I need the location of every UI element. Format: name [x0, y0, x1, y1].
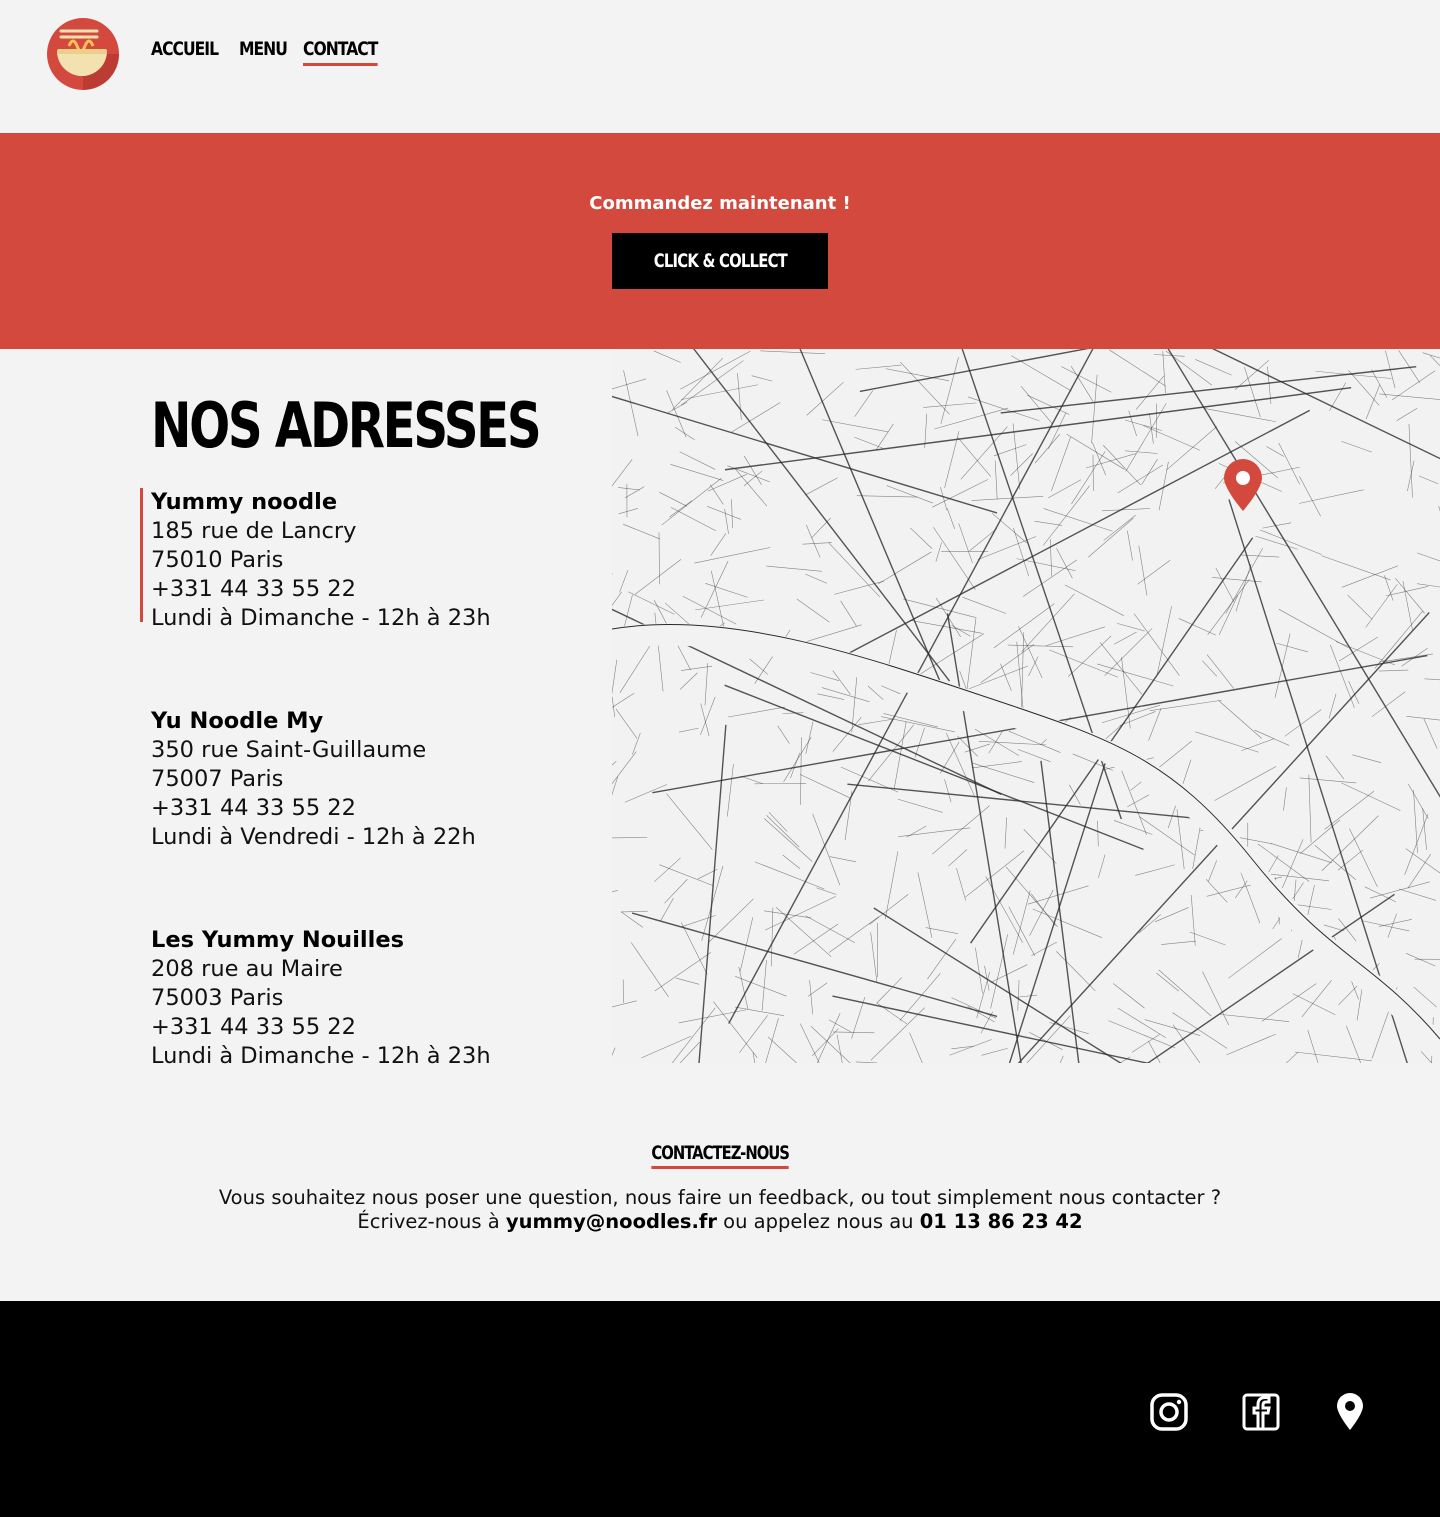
order-banner: Commandez maintenant ! CLICK & COLLECT — [0, 133, 1440, 349]
nav-contact[interactable]: CONTACT — [303, 38, 379, 66]
contact-email-link[interactable]: yummy@noodles.fr — [506, 1210, 717, 1233]
address-phone: +331 44 33 55 22 — [151, 576, 356, 602]
contact-heading: CONTACTEZ-NOUS — [0, 1142, 1440, 1169]
site-header: ACCUEIL MENU CONTACT — [0, 0, 1440, 133]
contact-line-2-prefix: Écrivez-nous à — [357, 1210, 500, 1233]
address-city: 75003 Paris — [151, 985, 284, 1011]
site-footer — [0, 1301, 1440, 1517]
address-name: Yummy noodle — [151, 489, 338, 515]
city-map[interactable] — [612, 349, 1440, 1063]
main-nav: ACCUEIL MENU CONTACT — [151, 38, 382, 66]
click-and-collect-label: CLICK & COLLECT — [653, 250, 787, 272]
address-hours: Lundi à Vendredi - 12h à 22h — [151, 824, 476, 850]
address-phone: +331 44 33 55 22 — [151, 795, 356, 821]
street-map-graphic — [612, 349, 1440, 1063]
instagram-icon[interactable] — [1149, 1392, 1189, 1432]
addresses-section: NOS ADRESSES Yummy noodle 185 rue de Lan… — [0, 349, 612, 1069]
address-name: Les Yummy Nouilles — [151, 927, 404, 953]
order-banner-text: Commandez maintenant ! — [589, 193, 851, 214]
contact-phone-link[interactable]: 01 13 86 23 42 — [920, 1210, 1083, 1233]
address-hours: Lundi à Dimanche - 12h à 23h — [151, 1043, 491, 1069]
address-street: 208 rue au Maire — [151, 956, 343, 982]
addresses-title: NOS ADRESSES — [151, 389, 542, 462]
address-city: 75010 Paris — [151, 547, 284, 573]
contact-title: CONTACTEZ-NOUS — [651, 1142, 790, 1169]
nav-accueil[interactable]: ACCUEIL — [151, 38, 219, 66]
address-street: 185 rue de Lancry — [151, 518, 357, 544]
contact-line-2: Écrivez-nous à yummy@noodles.fr ou appel… — [0, 1210, 1440, 1234]
contact-line-2-middle: ou appelez nous au — [723, 1210, 914, 1233]
location-pin-icon[interactable] — [1330, 1392, 1370, 1432]
address-name: Yu Noodle My — [151, 708, 324, 734]
address-phone: +331 44 33 55 22 — [151, 1014, 356, 1040]
contact-line-1: Vous souhaitez nous poser une question, … — [218, 1186, 1222, 1209]
click-and-collect-button[interactable]: CLICK & COLLECT — [612, 233, 828, 289]
noodle-bowl-logo-icon[interactable] — [47, 18, 119, 90]
address-city: 75007 Paris — [151, 766, 284, 792]
nav-menu[interactable]: MENU — [239, 38, 288, 66]
address-card[interactable]: Les Yummy Nouilles 208 rue au Maire 7500… — [151, 926, 591, 1071]
facebook-icon[interactable] — [1241, 1392, 1281, 1432]
address-card[interactable]: Yummy noodle 185 rue de Lancry 75010 Par… — [140, 488, 591, 633]
address-card[interactable]: Yu Noodle My 350 rue Saint-Guillaume 750… — [151, 707, 591, 852]
contact-text: Vous souhaitez nous poser une question, … — [0, 1186, 1440, 1234]
address-hours: Lundi à Dimanche - 12h à 23h — [151, 605, 491, 631]
address-street: 350 rue Saint-Guillaume — [151, 737, 427, 763]
